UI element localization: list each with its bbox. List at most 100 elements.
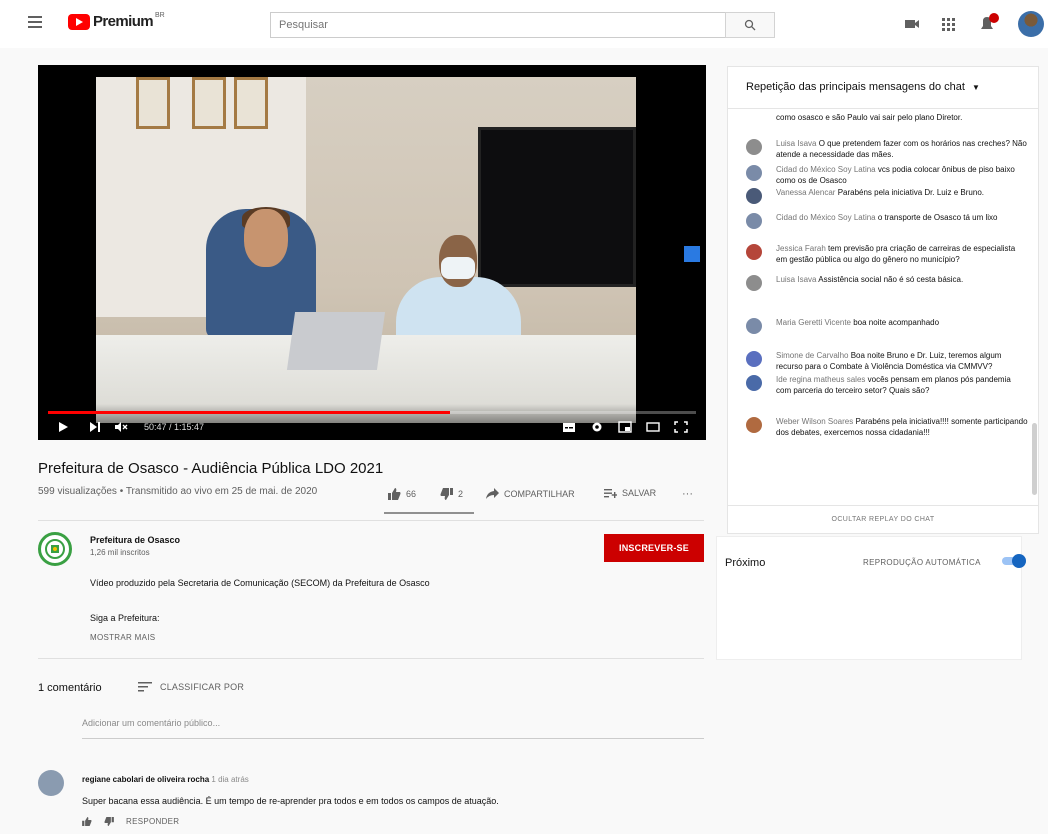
settings-gear-icon[interactable] bbox=[590, 421, 604, 433]
comment-dislike-icon[interactable] bbox=[104, 817, 114, 826]
comment-like-icon[interactable] bbox=[82, 817, 92, 826]
share-label: COMPARTILHAR bbox=[504, 488, 575, 499]
chat-author-name[interactable]: Ide regina matheus sales bbox=[776, 375, 865, 384]
chat-message-body: Luisa Isava Assistência social não é só … bbox=[776, 275, 1028, 286]
dislike-count: 2 bbox=[458, 489, 464, 499]
channel-avatar[interactable] bbox=[38, 532, 72, 566]
like-button[interactable]: 66 bbox=[388, 488, 416, 500]
chat-author-avatar[interactable] bbox=[746, 375, 762, 391]
fullscreen-icon[interactable] bbox=[674, 421, 688, 433]
chat-author-avatar[interactable] bbox=[746, 275, 762, 291]
subscribe-button[interactable]: INSCREVER-SE bbox=[604, 534, 704, 562]
theater-mode-icon[interactable] bbox=[646, 421, 660, 433]
chat-message: Ide regina matheus sales vocês pensam em… bbox=[746, 375, 1028, 396]
search-button[interactable] bbox=[725, 12, 775, 38]
chat-author-name[interactable]: Weber Wilson Soares bbox=[776, 417, 853, 426]
chat-author-avatar[interactable] bbox=[746, 318, 762, 334]
comment-actions: RESPONDER bbox=[82, 817, 179, 826]
chat-author-avatar[interactable] bbox=[746, 139, 762, 155]
reply-button[interactable]: RESPONDER bbox=[126, 817, 179, 826]
share-button[interactable]: COMPARTILHAR bbox=[486, 488, 575, 499]
chat-message-body: Simone de Carvalho Boa noite Bruno e Dr.… bbox=[776, 351, 1028, 372]
chat-message: Jessica Farah tem previsão pra criação d… bbox=[746, 244, 1028, 265]
subtitles-icon[interactable] bbox=[562, 421, 576, 433]
chat-message: Luisa Isava Assistência social não é só … bbox=[746, 275, 1028, 291]
chat-message-text: boa noite acompanhado bbox=[853, 318, 940, 327]
chat-author-name[interactable]: Simone de Carvalho bbox=[776, 351, 848, 360]
chat-message: Luisa Isava O que pretendem fazer com os… bbox=[746, 139, 1028, 160]
save-button[interactable]: SALVAR bbox=[604, 488, 656, 498]
chat-author-avatar[interactable] bbox=[746, 417, 762, 433]
miniplayer-icon[interactable] bbox=[618, 421, 632, 433]
notifications-bell-icon[interactable] bbox=[978, 12, 1000, 32]
chat-author-avatar[interactable] bbox=[746, 188, 762, 204]
apps-grid-icon[interactable] bbox=[940, 16, 956, 32]
chat-scrollbar[interactable] bbox=[1032, 423, 1037, 495]
divider bbox=[38, 520, 704, 521]
play-icon[interactable] bbox=[56, 421, 70, 433]
add-comment-input[interactable]: Adicionar um comentário público... bbox=[82, 718, 220, 728]
more-actions-icon: ··· bbox=[682, 488, 693, 500]
subscriber-count: 1,26 mil inscritos bbox=[90, 548, 150, 557]
chat-author-name[interactable]: Cidad do México Soy Latina bbox=[776, 213, 876, 222]
user-avatar[interactable] bbox=[1018, 11, 1044, 37]
autoplay-toggle[interactable] bbox=[1002, 554, 1026, 568]
chat-author-name[interactable]: Cidad do México Soy Latina bbox=[776, 165, 876, 174]
save-playlist-icon bbox=[604, 489, 617, 498]
chat-message-body: Jessica Farah tem previsão pra criação d… bbox=[776, 244, 1028, 265]
chat-mode-label: Repetição das principais mensagens do ch… bbox=[746, 81, 965, 93]
search-input[interactable] bbox=[270, 12, 726, 38]
divider bbox=[38, 658, 704, 659]
create-video-icon[interactable] bbox=[904, 16, 920, 32]
chat-message-body: Weber Wilson Soares Parabéns pela inicia… bbox=[776, 417, 1028, 438]
thumbs-down-icon bbox=[440, 488, 453, 500]
chat-author-avatar[interactable] bbox=[746, 165, 762, 181]
chat-author-name[interactable]: Vanessa Alencar bbox=[776, 188, 835, 197]
save-label: SALVAR bbox=[622, 488, 657, 498]
chat-header[interactable]: Repetição das principais mensagens do ch… bbox=[728, 67, 1038, 109]
player-controls bbox=[38, 404, 706, 440]
sort-comments-button[interactable]: CLASSIFICAR POR bbox=[138, 682, 244, 692]
sort-label: CLASSIFICAR POR bbox=[160, 682, 245, 692]
brand-suffix: BR bbox=[155, 12, 165, 19]
chat-author-name[interactable]: Maria Geretti Vicente bbox=[776, 318, 851, 327]
sort-icon bbox=[138, 682, 152, 692]
chat-message-partial: como osasco e são Paulo vai sair pelo pl… bbox=[776, 113, 963, 122]
chat-author-avatar[interactable] bbox=[746, 351, 762, 367]
chat-author-avatar[interactable] bbox=[746, 244, 762, 260]
next-icon[interactable] bbox=[88, 421, 102, 433]
more-actions-button[interactable]: ··· bbox=[682, 488, 693, 500]
share-arrow-icon bbox=[486, 488, 499, 499]
progress-bar[interactable] bbox=[48, 411, 696, 414]
chat-author-name[interactable]: Luisa Isava bbox=[776, 275, 816, 284]
commenter-avatar[interactable] bbox=[38, 770, 64, 796]
chat-message-text: Assistência social não é só cesta básica… bbox=[818, 275, 964, 284]
volume-muted-icon[interactable] bbox=[114, 421, 128, 433]
dislike-button[interactable]: 2 bbox=[440, 488, 463, 500]
video-title: Prefeitura de Osasco - Audiência Pública… bbox=[38, 460, 384, 477]
chat-message-text: Parabéns pela iniciativa Dr. Luiz e Brun… bbox=[837, 188, 984, 197]
show-more-button[interactable]: MOSTRAR MAIS bbox=[90, 633, 155, 642]
chat-author-name[interactable]: Jessica Farah bbox=[776, 244, 826, 253]
info-card-icon[interactable] bbox=[684, 246, 700, 262]
chat-message-body: Cidad do México Soy Latina o transporte … bbox=[776, 213, 1028, 224]
comment-author-name[interactable]: regiane cabolari de oliveira rocha bbox=[82, 775, 209, 784]
add-comment-underline bbox=[82, 738, 704, 739]
video-player[interactable]: 50:47 / 1:15:47 bbox=[38, 65, 706, 440]
chat-author-name[interactable]: Luisa Isava bbox=[776, 139, 816, 148]
description-line-1: Vídeo produzido pela Secretaria de Comun… bbox=[90, 578, 430, 588]
like-ratio-bar bbox=[384, 512, 474, 514]
chat-message-body: Vanessa Alencar Parabéns pela iniciativa… bbox=[776, 188, 1028, 199]
chat-author-avatar[interactable] bbox=[746, 213, 762, 229]
hide-chat-replay-button[interactable]: OCULTAR REPLAY DO CHAT bbox=[728, 505, 1038, 533]
youtube-premium-logo[interactable]: Premium BR bbox=[68, 12, 165, 30]
up-next-title: Próximo bbox=[725, 557, 766, 569]
chat-message-text: o transporte de Osasco tá um lixo bbox=[877, 213, 998, 222]
video-frame bbox=[96, 77, 636, 423]
channel-name[interactable]: Prefeitura de Osasco bbox=[90, 535, 180, 545]
up-next-panel: Próximo REPRODUÇÃO AUTOMÁTICA bbox=[716, 536, 1026, 660]
menu-icon[interactable] bbox=[28, 16, 42, 28]
video-metadata: 599 visualizações • Transmitido ao vivo … bbox=[38, 486, 318, 497]
comment-author[interactable]: regiane cabolari de oliveira rocha 1 dia… bbox=[82, 775, 249, 784]
chat-message: Simone de Carvalho Boa noite Bruno e Dr.… bbox=[746, 351, 1028, 372]
